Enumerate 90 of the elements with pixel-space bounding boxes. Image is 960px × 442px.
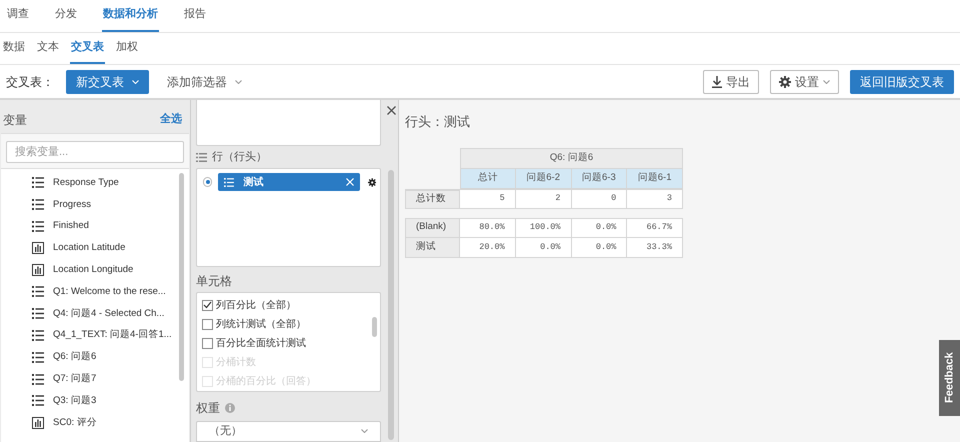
table-cell: 0 xyxy=(572,190,628,208)
variable-item[interactable]: SC0: 评分 xyxy=(1,412,179,434)
section-title: 权重 xyxy=(196,400,220,417)
caret-icon xyxy=(823,80,830,84)
nav-tab[interactable]: 调查 xyxy=(6,0,30,32)
checkbox[interactable] xyxy=(202,300,213,311)
column-header: 总计 xyxy=(460,168,516,188)
row-variable-chip[interactable]: 测试 xyxy=(218,173,360,192)
bar-chart-icon xyxy=(32,416,44,429)
sub-tab[interactable]: 交叉表 xyxy=(70,32,105,64)
variable-item[interactable]: Q4_1_TEXT: 问题4-回答1... xyxy=(1,324,179,346)
download-icon xyxy=(712,76,722,88)
table-cell: 0.0% xyxy=(516,238,572,258)
sub-tab[interactable]: 文本 xyxy=(36,32,60,64)
scrollbar-thumb[interactable] xyxy=(372,316,377,337)
checkbox[interactable] xyxy=(202,318,213,330)
scrollbar-thumb[interactable] xyxy=(388,170,394,440)
settings-icon xyxy=(779,76,791,88)
variable-item[interactable]: Q6: 问题6 xyxy=(1,346,179,368)
table-cell: 0.0% xyxy=(572,238,628,258)
variable-item[interactable]: Response Type xyxy=(1,172,179,194)
settings-button[interactable]: 设置 xyxy=(770,70,839,94)
table-cell: 2 xyxy=(516,190,572,208)
list-icon xyxy=(32,286,44,298)
list-icon xyxy=(196,153,207,162)
group-header: Q6: 问题6 xyxy=(460,148,683,168)
add-filter-button[interactable]: 添加筛选器 xyxy=(167,72,242,90)
list-icon xyxy=(32,308,44,320)
nav-tab[interactable]: 报告 xyxy=(183,0,207,32)
table-cell: 3 xyxy=(627,190,683,208)
nav-tab[interactable]: 分发 xyxy=(54,0,78,32)
remove-icon[interactable] xyxy=(346,178,354,186)
table-cell: 100.0% xyxy=(516,218,572,238)
export-button[interactable]: 导出 xyxy=(703,70,759,94)
select-all-link[interactable]: 全选 xyxy=(160,111,182,128)
variable-item[interactable]: Q3: 问题3 xyxy=(1,390,179,412)
variable-item[interactable]: Progress xyxy=(1,194,179,216)
table-cell: 80.0% xyxy=(460,218,516,238)
search-field[interactable]: 搜索变量... xyxy=(6,141,184,163)
column-header: 问题6-2 xyxy=(516,168,572,188)
table-cell: 5 xyxy=(460,190,516,208)
option-label: 列百分比（全部） xyxy=(216,298,296,313)
caret-icon xyxy=(235,80,242,84)
bar-chart-icon xyxy=(32,264,44,276)
sub-tab[interactable]: 数据 xyxy=(2,32,26,64)
table-cell: 33.3% xyxy=(627,238,683,258)
list-icon xyxy=(224,178,234,187)
checkbox[interactable] xyxy=(202,338,213,349)
radio-button[interactable] xyxy=(203,177,212,188)
results-title: 行头：测试 xyxy=(405,113,471,131)
row-header: 测试 xyxy=(405,238,460,258)
variable-item[interactable]: Q7: 问题7 xyxy=(1,368,179,390)
column-header: 问题6-3 xyxy=(572,168,628,188)
list-icon xyxy=(32,352,44,363)
section-title: 行（行头） xyxy=(212,150,267,166)
column-header: 问题6-1 xyxy=(627,168,683,188)
variable-item[interactable]: Location Latitude xyxy=(1,237,179,260)
row-header: 总计数 xyxy=(405,190,460,208)
settings-icon[interactable] xyxy=(368,178,376,187)
close-icon[interactable] xyxy=(386,106,396,115)
bar-chart-icon xyxy=(32,242,44,254)
scrollbar-thumb[interactable] xyxy=(179,173,184,381)
legacy-crosstab-button[interactable]: 返回旧版交叉表 xyxy=(850,70,954,94)
variable-item[interactable]: Location Longitude xyxy=(1,259,179,281)
sub-tab[interactable]: 加权 xyxy=(115,32,139,64)
row-header: (Blank) xyxy=(405,218,460,238)
list-icon xyxy=(32,395,44,406)
option-label: 列统计测试（全部） xyxy=(216,318,306,332)
caret-icon xyxy=(132,80,139,84)
variable-item[interactable]: Q4: 问题4 - Selected Ch... xyxy=(1,302,179,325)
list-icon xyxy=(32,220,44,232)
variable-item[interactable]: Finished xyxy=(1,216,179,238)
section-title: 单元格 xyxy=(196,272,233,290)
option-label: 百分比全面统计测试 xyxy=(216,336,306,351)
caret-icon xyxy=(361,429,368,434)
new-crosstab-button[interactable]: 新交叉表 xyxy=(66,70,149,94)
table-cell: 0.0% xyxy=(572,218,628,238)
variable-item[interactable]: Q1: Welcome to the rese... xyxy=(1,280,179,303)
weight-dropdown[interactable]: （无） xyxy=(196,420,381,442)
nav-tab[interactable]: 数据和分析 xyxy=(102,0,159,32)
table-cell: 66.7% xyxy=(627,218,683,238)
feedback-tab[interactable]: Feedback xyxy=(939,340,960,416)
toolbar-label: 交叉表： xyxy=(6,74,54,90)
list-icon xyxy=(32,330,44,341)
list-icon xyxy=(32,199,44,210)
table-cell: 20.0% xyxy=(460,238,516,258)
info-icon xyxy=(225,402,235,413)
list-icon xyxy=(32,374,44,385)
panel-title: 变量 xyxy=(3,112,27,128)
list-icon xyxy=(32,177,44,188)
